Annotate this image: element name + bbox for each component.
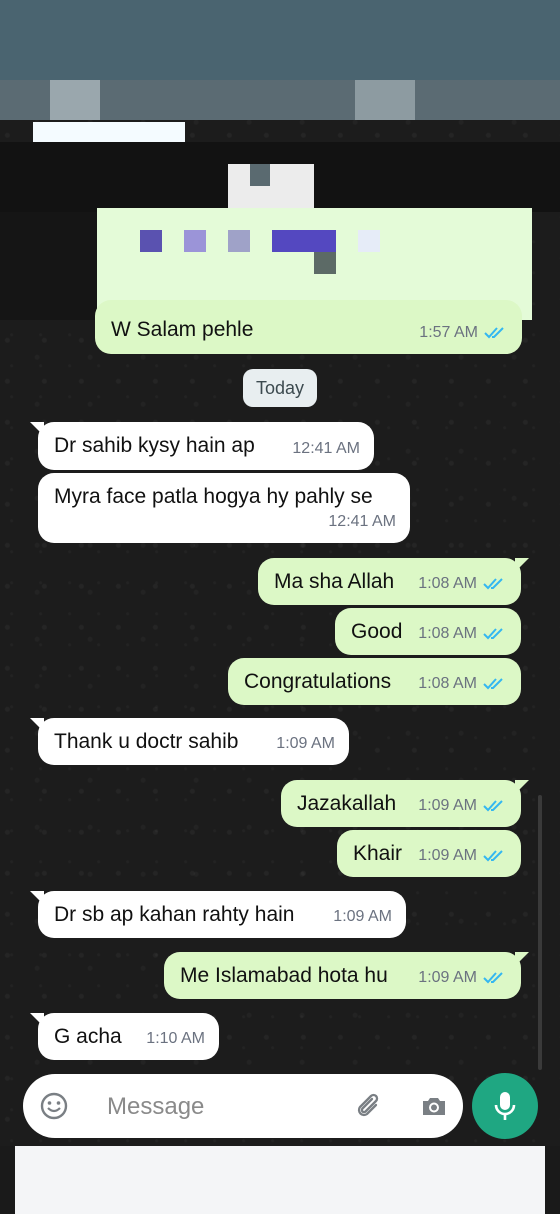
message-time: 1:10 AM xyxy=(146,1030,205,1047)
read-receipt-icon xyxy=(483,972,503,984)
message-bubble-outgoing[interactable]: Congratulations 1:08 AM xyxy=(228,658,521,705)
message-meta: 1:08 AM xyxy=(418,575,507,593)
read-receipt-icon xyxy=(483,800,503,812)
message-meta: 1:57 AM xyxy=(419,324,508,342)
emoji-icon[interactable] xyxy=(39,1091,69,1121)
message-time: 12:41 AM xyxy=(292,440,360,457)
message-text: Jazakallah xyxy=(297,792,397,815)
read-receipt-icon xyxy=(483,578,503,590)
message-text: Dr sb ap kahan rahty hain xyxy=(54,903,295,926)
message-text: Ma sha Allah xyxy=(274,570,395,593)
message-time: 1:09 AM xyxy=(418,969,477,986)
message-text: Good xyxy=(351,620,403,643)
message-text: Me Islamabad hota hu xyxy=(180,964,388,987)
message-bubble-outgoing[interactable]: W Salam pehle 1:57 AM xyxy=(95,300,522,354)
attach-icon[interactable] xyxy=(355,1091,385,1121)
camera-icon[interactable] xyxy=(419,1091,449,1121)
message-time: 1:09 AM xyxy=(418,847,477,864)
mic-button[interactable] xyxy=(472,1073,538,1139)
read-receipt-icon xyxy=(483,628,503,640)
message-time: 1:09 AM xyxy=(276,735,335,752)
message-meta: 1:08 AM xyxy=(418,675,507,693)
message-bubble-outgoing[interactable]: Ma sha Allah 1:08 AM xyxy=(258,558,529,605)
message-text: Khair xyxy=(353,842,403,865)
message-bubble-incoming[interactable]: Dr sb ap kahan rahty hain 1:09 AM xyxy=(30,891,406,938)
read-receipt-icon xyxy=(483,678,503,690)
message-meta: 1:09 AM xyxy=(418,847,507,865)
message-input-bar[interactable]: Message xyxy=(23,1074,463,1138)
message-time: 1:09 AM xyxy=(418,797,477,814)
message-text: G acha xyxy=(54,1025,122,1048)
message-time: 1:57 AM xyxy=(419,324,478,341)
redacted-header-region xyxy=(0,0,560,320)
message-time: 1:08 AM xyxy=(418,625,477,642)
date-separator: Today xyxy=(243,369,317,407)
message-input-placeholder[interactable]: Message xyxy=(107,1093,204,1121)
message-time: 1:09 AM xyxy=(333,908,392,925)
message-bubble-outgoing[interactable]: Me Islamabad hota hu 1:09 AM xyxy=(164,952,529,999)
message-bubble-outgoing[interactable]: Good 1:08 AM xyxy=(335,608,521,655)
message-meta: 1:09 AM xyxy=(418,969,507,987)
mic-icon xyxy=(494,1092,516,1120)
chat-scrollbar[interactable] xyxy=(538,795,542,1070)
message-text: Congratulations xyxy=(244,670,392,693)
bottom-keyboard-area xyxy=(15,1146,545,1214)
message-bubble-outgoing[interactable]: Jazakallah 1:09 AM xyxy=(281,780,529,827)
message-bubble-incoming[interactable]: Thank u doctr sahib 1:09 AM xyxy=(30,718,349,765)
message-time: 1:08 AM xyxy=(418,575,477,592)
message-bubble-outgoing[interactable]: Khair 1:09 AM xyxy=(337,830,521,877)
message-time: 12:41 AM xyxy=(328,513,396,530)
message-bubble-incoming[interactable]: Dr sahib kysy hain ap 12:41 AM xyxy=(30,422,374,470)
message-meta: 1:08 AM xyxy=(418,625,507,643)
message-text: W Salam pehle xyxy=(111,318,254,341)
message-text: Thank u doctr sahib xyxy=(54,730,239,753)
read-receipt-icon xyxy=(484,327,504,339)
message-bubble-incoming[interactable]: Myra face patla hogya hy pahly se 12:41 … xyxy=(38,473,410,543)
message-time: 1:08 AM xyxy=(418,675,477,692)
message-text: Dr sahib kysy hain ap xyxy=(54,434,255,457)
message-meta: 1:09 AM xyxy=(418,797,507,815)
message-text: Myra face patla hogya hy pahly se xyxy=(54,485,373,508)
message-bubble-incoming[interactable]: G acha 1:10 AM xyxy=(30,1013,219,1060)
read-receipt-icon xyxy=(483,850,503,862)
